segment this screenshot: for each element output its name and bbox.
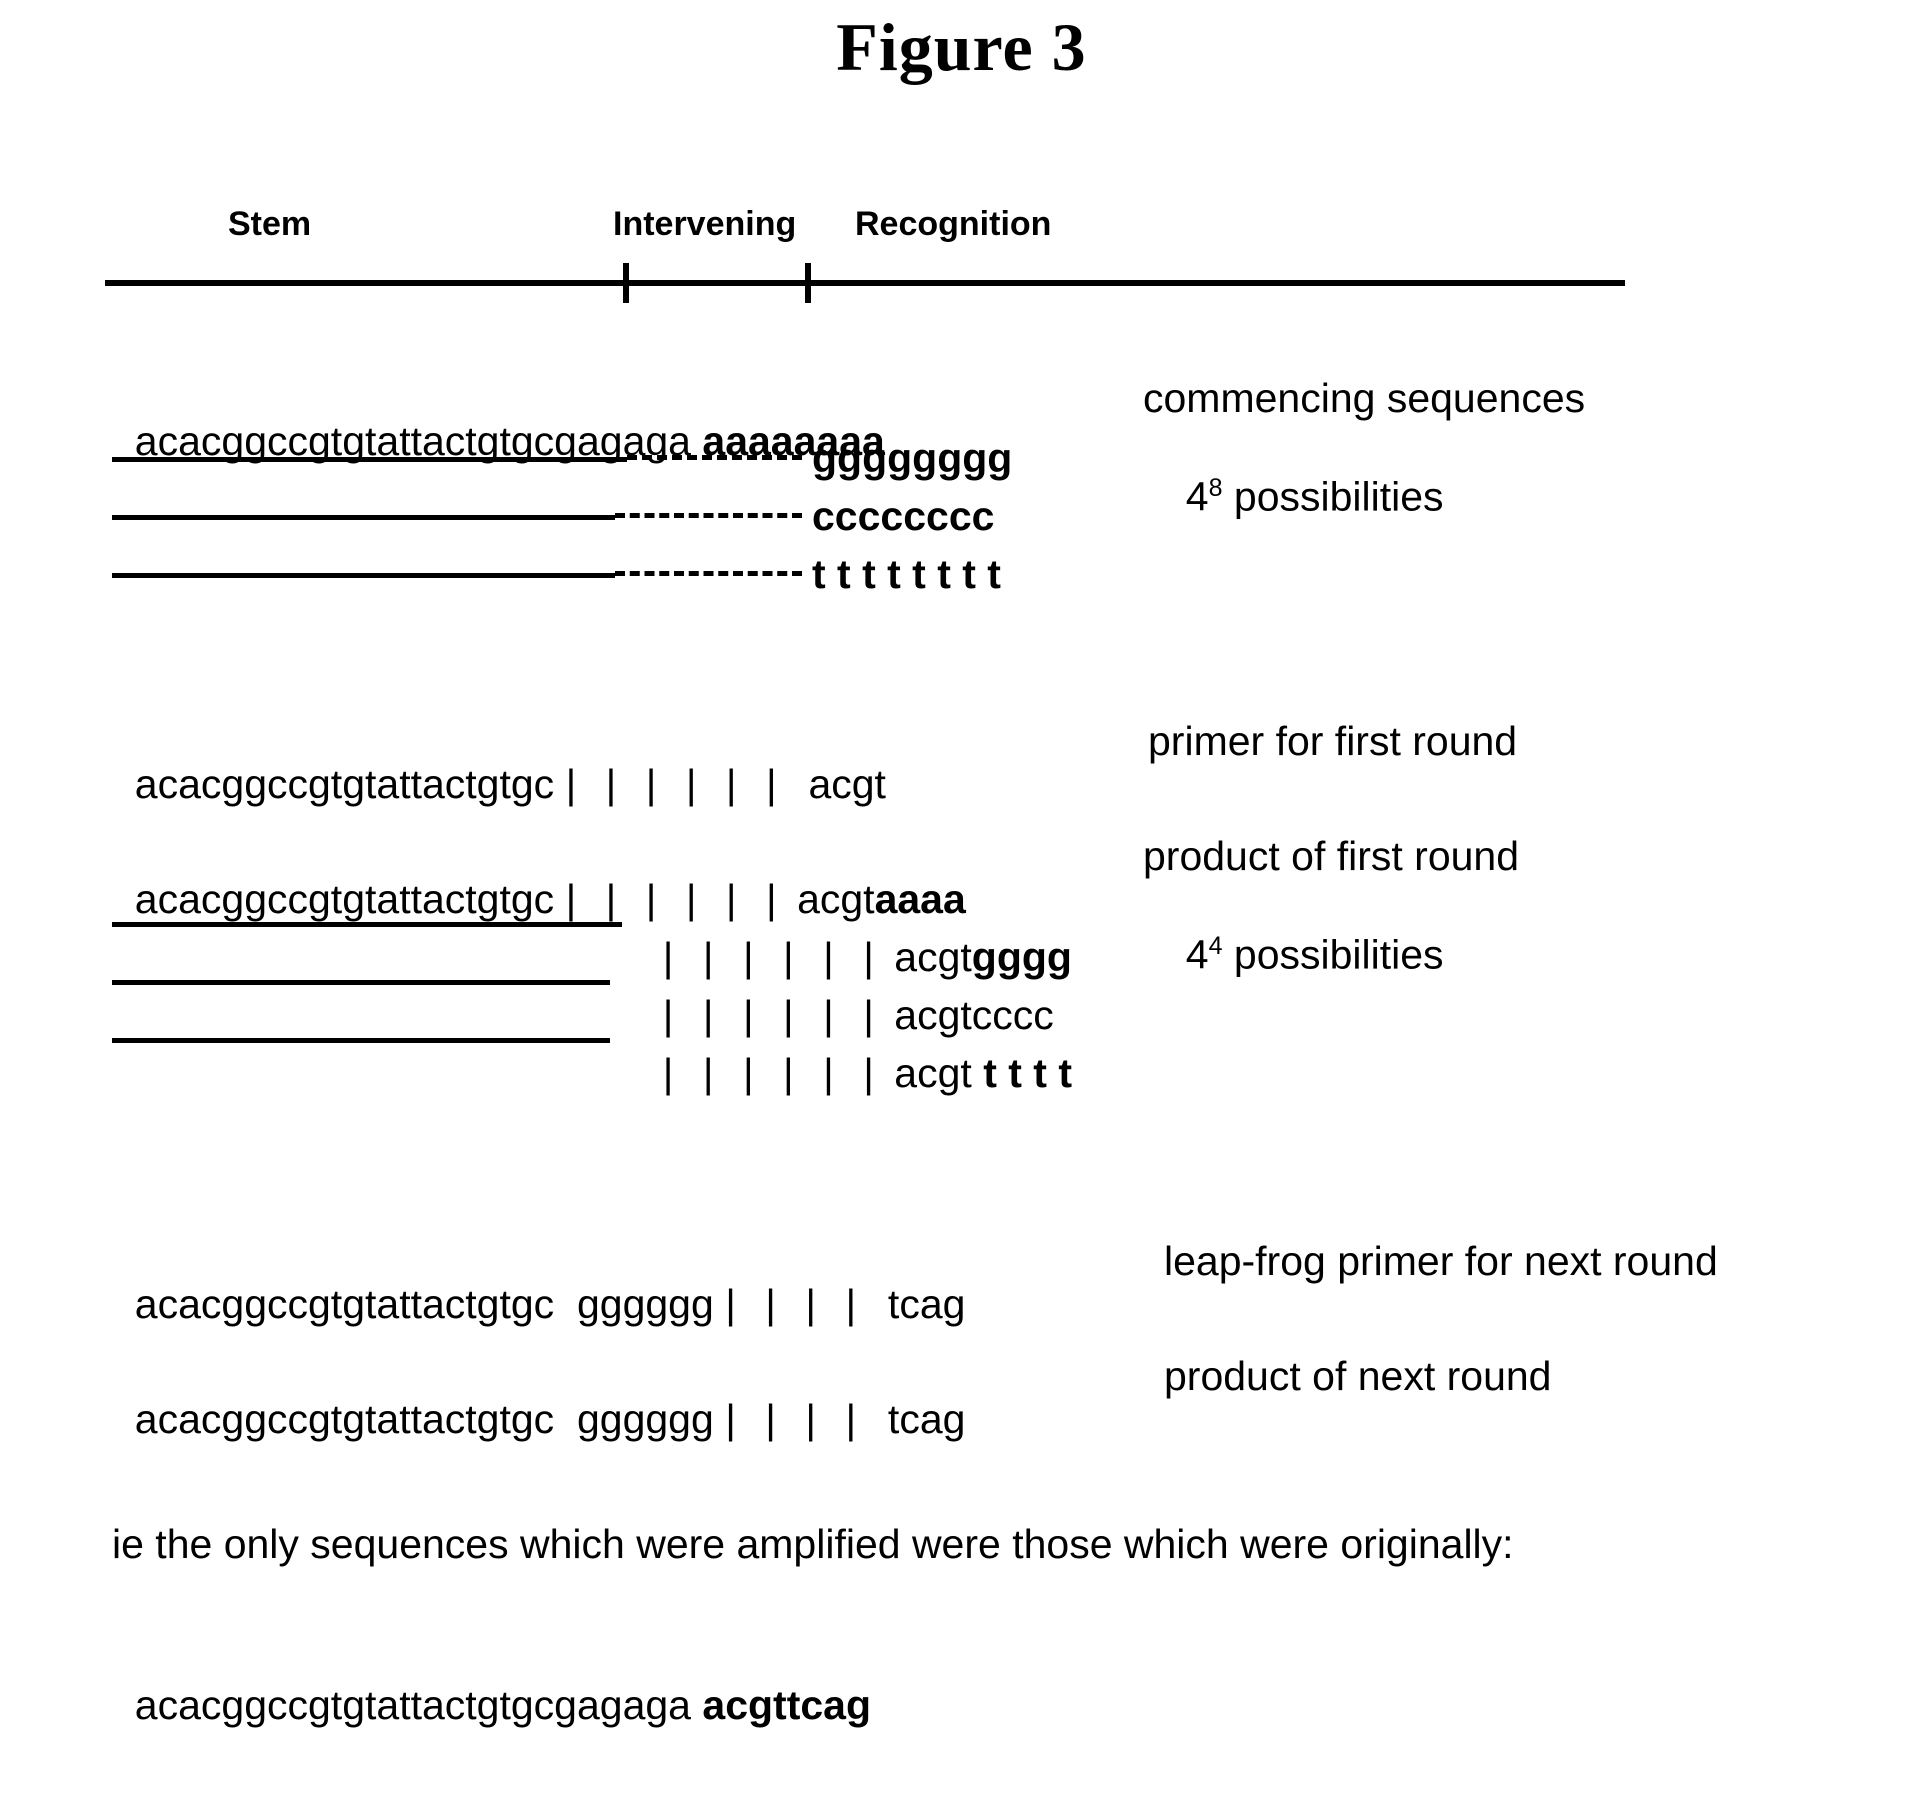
product-first-round-possibilities-exponent: 4 [1208, 932, 1223, 960]
product-first-round-row-4-bars: | | | | | | [662, 1050, 883, 1096]
next-round-product-stem: acacggccgtgtattactgtgc [134, 1396, 555, 1442]
leapfrog-primer-label: leap-frog primer for next round [1164, 1238, 1718, 1284]
leapfrog-primer-stem: acacggccgtgtattactgtgc [134, 1281, 555, 1327]
product-first-round-possibilities-word: possibilities [1222, 931, 1444, 978]
next-round-product-intervening: gggggg [576, 1396, 714, 1442]
primer-first-round-bars: | | | | | | [565, 761, 786, 807]
column-header-recognition: Recognition [855, 205, 1052, 243]
product-first-round-row-1-stem: acacggccgtgtattactgtgc [134, 876, 555, 922]
commencing-label-line1: commencing sequences [1143, 375, 1586, 421]
commencing-row-3-recognition: cccccccc [812, 493, 995, 539]
ruler-tick-stem-intervening [623, 263, 629, 303]
next-round-product-bars: | | | | [725, 1396, 866, 1442]
region-ruler-line [105, 280, 1625, 286]
commencing-row-2-solid-rule [112, 457, 627, 462]
product-first-round-row-2-rule [112, 922, 622, 927]
primer-first-round-label: primer for first round [1148, 718, 1518, 764]
next-round-product-row: acacggccgtgtattactgtgc gggggg | | | | tc… [112, 1358, 966, 1442]
commencing-row-4-recognition: t t t t t t t t [812, 551, 1001, 597]
leapfrog-primer-intervening: gggggg [576, 1281, 714, 1327]
conclusion-final-recognition: acgttcag [702, 1682, 871, 1728]
commencing-possibilities-word: possibilities [1222, 473, 1444, 520]
product-first-round-row-3-rule [112, 980, 610, 985]
next-round-product-label: product of next round [1164, 1353, 1552, 1399]
primer-first-round-stem: acacggccgtgtattactgtgc [134, 761, 555, 807]
product-first-round-row-4: | | | | | | acgt t t t t [640, 1012, 1072, 1094]
primer-first-round-tail: acgt [808, 761, 886, 807]
conclusion-sentence: ie the only sequences which were amplifi… [112, 1521, 1514, 1567]
commencing-label-line2: 48 possibilities [1163, 435, 1444, 518]
commencing-row-1: acacggccgtgtattactgtgcgagaga aaaaaaaa [112, 380, 885, 462]
conclusion-final-sequence: acacggccgtgtattactgtgcgagaga acgttcag [112, 1644, 871, 1726]
commencing-row-4-solid-rule [112, 573, 615, 578]
commencing-row-2-recognition: gggggggg [812, 435, 1013, 481]
leapfrog-primer-row: acacggccgtgtattactgtgc gggggg | | | | tc… [112, 1243, 966, 1327]
product-first-round-possibilities-base: 4 [1185, 931, 1209, 978]
product-first-round-row-4-tail: acgt [894, 1050, 972, 1096]
ruler-tick-intervening-recognition [805, 263, 811, 303]
next-round-product-tail: tcag [887, 1396, 966, 1442]
commencing-row-2-dashed-rule [627, 455, 802, 460]
page-title: Figure 3 [836, 9, 1087, 85]
leapfrog-primer-tail: tcag [887, 1281, 966, 1327]
primer-first-round-row: acacggccgtgtattactgtgc | | | | | | acgt [112, 723, 886, 805]
product-first-round-row-4-rule [112, 1038, 610, 1043]
product-first-round-label-line2: 44 possibilities [1163, 893, 1444, 976]
product-first-round-label-line1: product of first round [1143, 833, 1520, 879]
column-header-band: Stem Intervening Recognition [0, 205, 1923, 255]
leapfrog-primer-bars: | | | | [725, 1281, 866, 1327]
column-header-stem: Stem [228, 205, 312, 243]
commencing-row-4-dashed-rule [615, 571, 802, 576]
commencing-possibilities-base: 4 [1185, 473, 1209, 520]
commencing-row-3-dashed-rule [615, 513, 802, 518]
commencing-row-3-solid-rule [112, 515, 615, 520]
product-first-round-row-4-recognition: t t t t [983, 1050, 1072, 1096]
column-header-intervening: Intervening [613, 205, 797, 243]
conclusion-final-stem: acacggccgtgtattactgtgcgagaga [134, 1682, 691, 1728]
commencing-possibilities-exponent: 8 [1208, 474, 1223, 502]
